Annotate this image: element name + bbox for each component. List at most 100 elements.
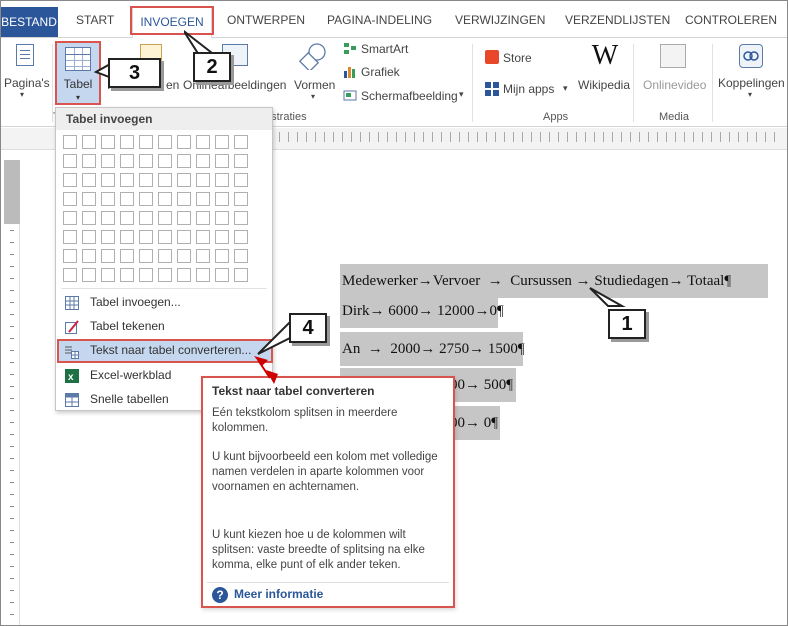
grid-cell[interactable] — [63, 154, 77, 168]
grid-cell[interactable] — [82, 154, 96, 168]
grid-cell[interactable] — [196, 268, 210, 282]
grid-cell[interactable] — [196, 211, 210, 225]
screenshot-dropdown-arrow[interactable]: ▾ — [459, 89, 464, 100]
grid-cell[interactable] — [177, 249, 191, 263]
grid-cell[interactable] — [234, 249, 248, 263]
menu-item-convert-text-to-table[interactable]: Tekst naar tabel converteren... — [57, 339, 273, 363]
grid-cell[interactable] — [234, 268, 248, 282]
grid-cell[interactable] — [196, 192, 210, 206]
grid-cell[interactable] — [63, 211, 77, 225]
grid-cell[interactable] — [120, 230, 134, 244]
grid-cell[interactable] — [234, 230, 248, 244]
grid-cell[interactable] — [177, 268, 191, 282]
grid-cell[interactable] — [196, 230, 210, 244]
menu-item-draw-table[interactable]: Tabel tekenen — [57, 315, 273, 337]
grid-cell[interactable] — [215, 154, 229, 168]
pages-dropdown-arrow[interactable]: ▾ — [20, 90, 24, 99]
grid-cell[interactable] — [82, 268, 96, 282]
grid-cell[interactable] — [234, 154, 248, 168]
grid-cell[interactable] — [196, 154, 210, 168]
grid-cell[interactable] — [82, 230, 96, 244]
grid-cell[interactable] — [139, 192, 153, 206]
grid-cell[interactable] — [139, 173, 153, 187]
my-apps-button[interactable]: Mijn apps — [503, 82, 554, 96]
tab-references[interactable]: VERWIJZINGEN — [455, 13, 545, 27]
grid-cell[interactable] — [120, 135, 134, 149]
my-apps-dropdown-arrow[interactable]: ▾ — [563, 83, 568, 94]
tab-insert[interactable]: INVOEGEN — [132, 7, 212, 38]
grid-cell[interactable] — [120, 154, 134, 168]
grid-cell[interactable] — [82, 135, 96, 149]
tab-layout[interactable]: PAGINA-INDELING — [327, 13, 432, 27]
grid-cell[interactable] — [63, 173, 77, 187]
grid-cell[interactable] — [139, 230, 153, 244]
grid-cell[interactable] — [63, 135, 77, 149]
grid-cell[interactable] — [120, 268, 134, 282]
grid-cell[interactable] — [177, 211, 191, 225]
vertical-ruler[interactable] — [4, 160, 20, 626]
grid-cell[interactable] — [101, 154, 115, 168]
grid-cell[interactable] — [139, 135, 153, 149]
grid-cell[interactable] — [101, 135, 115, 149]
grid-cell[interactable] — [158, 268, 172, 282]
grid-cell[interactable] — [215, 268, 229, 282]
grid-cell[interactable] — [158, 230, 172, 244]
grid-cell[interactable] — [177, 192, 191, 206]
grid-cell[interactable] — [82, 211, 96, 225]
tab-file[interactable]: BESTAND — [0, 7, 58, 37]
pages-button[interactable]: Pagina's — [4, 76, 50, 90]
grid-cell[interactable] — [234, 211, 248, 225]
grid-cell[interactable] — [196, 135, 210, 149]
grid-cell[interactable] — [215, 230, 229, 244]
grid-cell[interactable] — [82, 173, 96, 187]
grid-cell[interactable] — [158, 211, 172, 225]
more-info-link[interactable]: Meer informatie — [234, 587, 323, 601]
grid-cell[interactable] — [196, 249, 210, 263]
grid-cell[interactable] — [101, 211, 115, 225]
tab-mailings[interactable]: VERZENDLIJSTEN — [565, 13, 670, 27]
grid-cell[interactable] — [177, 135, 191, 149]
grid-cell[interactable] — [234, 192, 248, 206]
grid-cell[interactable] — [177, 173, 191, 187]
grid-cell[interactable] — [139, 154, 153, 168]
grid-cell[interactable] — [101, 173, 115, 187]
document-line[interactable]: Dirk→ 6000→ 12000→0¶ — [340, 294, 504, 328]
document-line[interactable]: An → 2000→ 2750→ 1500¶ — [340, 332, 525, 366]
tab-review[interactable]: CONTROLEREN — [685, 13, 777, 27]
grid-cell[interactable] — [63, 249, 77, 263]
grid-cell[interactable] — [139, 211, 153, 225]
grid-cell[interactable] — [63, 268, 77, 282]
grid-cell[interactable] — [82, 192, 96, 206]
grid-cell[interactable] — [158, 173, 172, 187]
grid-cell[interactable] — [63, 192, 77, 206]
grid-cell[interactable] — [234, 135, 248, 149]
document-line[interactable]: Medewerker→Vervoer → Cursussen → Studied… — [340, 264, 768, 298]
grid-cell[interactable] — [215, 211, 229, 225]
grid-cell[interactable] — [139, 249, 153, 263]
store-button[interactable]: Store — [503, 51, 532, 65]
tab-design[interactable]: ONTWERPEN — [227, 13, 305, 27]
grid-cell[interactable] — [215, 192, 229, 206]
screenshot-button[interactable]: Schermafbeelding — [361, 89, 458, 103]
grid-cell[interactable] — [177, 154, 191, 168]
grid-cell[interactable] — [63, 230, 77, 244]
table-size-grid[interactable] — [63, 135, 263, 285]
grid-cell[interactable] — [215, 173, 229, 187]
grid-cell[interactable] — [101, 249, 115, 263]
grid-cell[interactable] — [101, 230, 115, 244]
grid-cell[interactable] — [139, 268, 153, 282]
online-video-button[interactable]: Onlinevideo — [643, 78, 706, 92]
grid-cell[interactable] — [120, 192, 134, 206]
grid-cell[interactable] — [101, 192, 115, 206]
chart-button[interactable]: Grafiek — [361, 65, 400, 79]
grid-cell[interactable] — [120, 173, 134, 187]
grid-cell[interactable] — [120, 249, 134, 263]
links-dropdown-arrow[interactable]: ▾ — [748, 90, 752, 99]
grid-cell[interactable] — [158, 192, 172, 206]
grid-cell[interactable] — [215, 249, 229, 263]
grid-cell[interactable] — [101, 268, 115, 282]
table-button[interactable]: Tabel ▾ — [55, 41, 101, 105]
grid-cell[interactable] — [177, 230, 191, 244]
shapes-button[interactable]: Vormen — [294, 78, 335, 92]
smartart-button[interactable]: SmartArt — [361, 42, 408, 56]
